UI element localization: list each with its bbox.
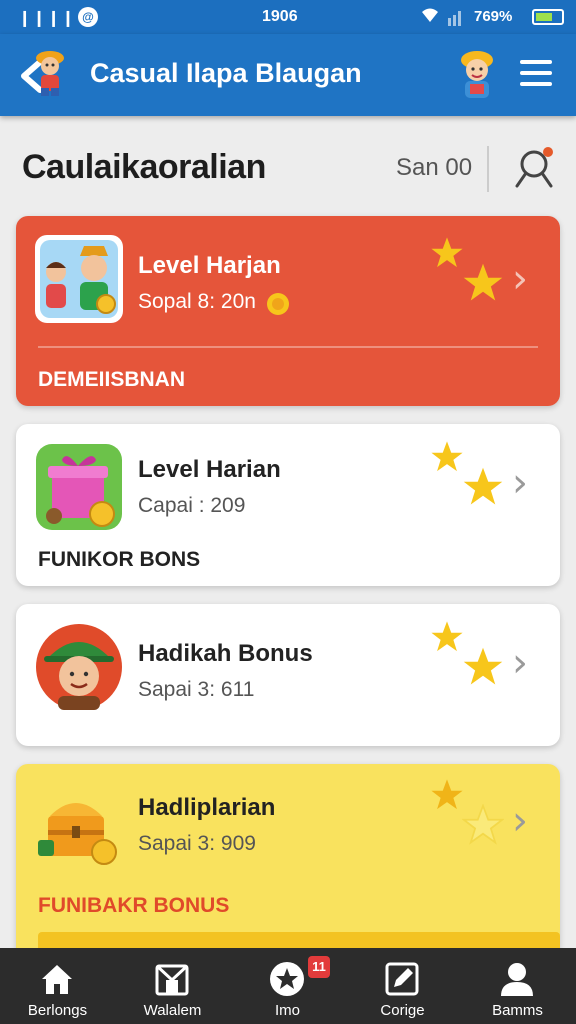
nav-item-home[interactable]: Berlongs <box>0 948 115 1024</box>
star-icon <box>431 779 463 810</box>
search-icon[interactable] <box>510 144 558 192</box>
battery-percent: 769% <box>474 8 513 25</box>
app-title: Casual Ilapa Blaugan <box>90 58 362 88</box>
card-subtitle: Sopal 8: 20n <box>138 290 256 313</box>
status-bar: ❙❙❙❙ @ 1906 769% <box>0 0 576 34</box>
nav-item-map[interactable]: Walalem <box>115 948 230 1024</box>
card-subtitle: Sapai 3: 611 <box>138 678 255 701</box>
status-time: 1906 <box>262 8 298 25</box>
list-item[interactable]: Level Harjan Sopal 8: 20n › DEMEIISBNAN <box>16 216 560 406</box>
list-item[interactable]: Hadikah Bonus Sapai 3: 611 › <box>16 604 560 746</box>
bottom-nav: Berlongs Walalem Imo Corige Bamms <box>0 948 576 1024</box>
header-score: San 00 <box>396 154 473 181</box>
card-footer: FUNIKOR BONS <box>38 548 201 571</box>
notification-icon: @ <box>78 7 98 27</box>
nav-label: Bamms <box>492 1002 543 1019</box>
character-avatar-icon <box>36 624 122 710</box>
nav-label: Berlongs <box>27 1002 88 1019</box>
list-item[interactable]: Hadliplarian Sapai 3: 909 › FUNIBAKR BON… <box>16 764 560 964</box>
list-item[interactable]: Level Harian Capai : 209 › FUNIKOR BONS <box>16 424 560 586</box>
star-badge-icon <box>270 962 304 996</box>
gift-box-icon <box>36 444 122 530</box>
battery-icon <box>532 9 564 25</box>
card-title: Level Harjan <box>138 252 281 279</box>
nav-label: Walalem <box>143 1002 202 1019</box>
app-bar: Casual Ilapa Blaugan <box>0 34 576 116</box>
header-divider <box>487 146 489 192</box>
page-title: Caulaikaoralian <box>22 148 266 186</box>
chevron-right-icon: › <box>512 798 528 844</box>
star-icon <box>431 441 463 472</box>
chevron-right-icon: › <box>512 256 528 302</box>
card-divider <box>38 346 538 348</box>
avatar[interactable] <box>456 48 498 100</box>
star-icon <box>431 621 463 652</box>
menu-line <box>520 82 552 86</box>
card-footer: DEMEIISBNAN <box>38 368 186 391</box>
nav-label: Imo <box>274 1002 300 1019</box>
nav-item-edit[interactable]: Corige <box>345 948 460 1024</box>
map-icon <box>155 964 189 996</box>
edit-icon <box>385 962 419 996</box>
notification-badge: 11 <box>308 956 330 978</box>
menu-line <box>520 71 552 75</box>
star-icon <box>463 467 503 505</box>
nav-item-profile[interactable]: Bamms <box>460 948 575 1024</box>
card-subtitle: Capai : 209 <box>138 494 246 517</box>
star-outline-icon <box>462 804 504 845</box>
menu-line <box>520 60 552 64</box>
app-logo-icon <box>36 51 64 96</box>
treasure-chest-icon <box>38 803 117 865</box>
wifi-icon <box>422 8 461 26</box>
menu-button[interactable] <box>520 60 552 88</box>
signal-icon: ❙❙❙❙ <box>18 10 76 27</box>
star-icon <box>431 237 463 268</box>
nav-label: Corige <box>380 1002 425 1019</box>
card-title: Hadliplarian <box>138 794 276 821</box>
card-title: Hadikah Bonus <box>138 640 313 667</box>
star-icon <box>463 647 503 685</box>
card-title: Level Harian <box>138 456 281 483</box>
family-thumbnail-icon <box>35 235 123 323</box>
profile-icon <box>501 963 533 996</box>
chevron-right-icon: › <box>512 640 528 686</box>
coin-icon <box>267 293 289 315</box>
star-icon <box>463 263 503 301</box>
card-footer: FUNIBAKR BONUS <box>38 894 230 917</box>
card-subtitle: Sapai 3: 909 <box>138 832 256 855</box>
home-icon <box>42 965 72 994</box>
chevron-right-icon: › <box>512 460 528 506</box>
